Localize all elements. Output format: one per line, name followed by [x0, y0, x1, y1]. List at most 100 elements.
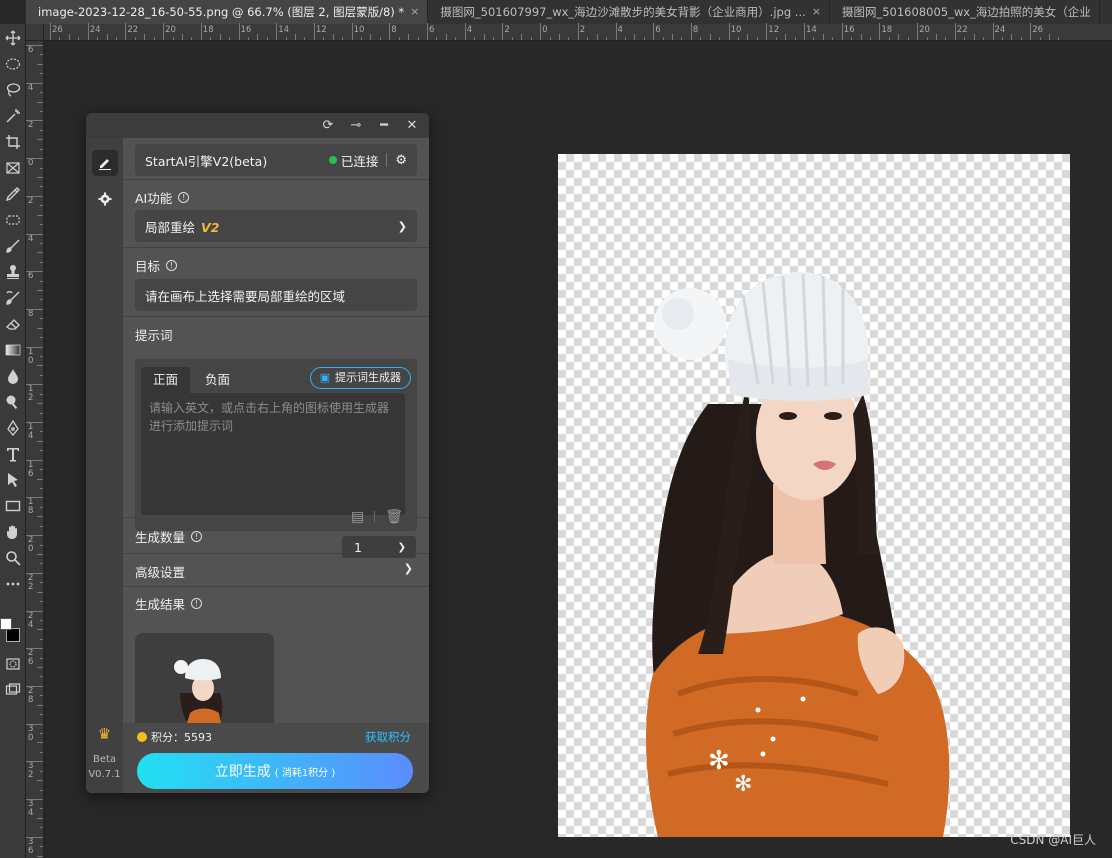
- ruler-tick: [634, 34, 636, 40]
- info-icon[interactable]: !: [191, 598, 203, 609]
- ruler-tick: [342, 37, 344, 40]
- background-color-swatch[interactable]: [6, 628, 20, 642]
- pen-icon[interactable]: [0, 416, 26, 440]
- magic-wand-icon[interactable]: [0, 104, 26, 128]
- info-icon[interactable]: !: [191, 531, 203, 542]
- foreground-color-swatch[interactable]: [0, 618, 12, 630]
- prompt-input[interactable]: 请输入英文，或点击右上角的图标使用生成器进行添加提示词: [141, 393, 405, 515]
- engine-settings-icon[interactable]: ⚙: [395, 153, 407, 168]
- advanced-section[interactable]: 高级设置 ❯: [123, 554, 429, 587]
- healing-icon[interactable]: [0, 208, 26, 232]
- gradient-icon[interactable]: [0, 338, 26, 362]
- zoom-icon[interactable]: [0, 546, 26, 570]
- ruler-tick: [879, 23, 881, 40]
- ruler-tick: [332, 34, 334, 40]
- ruler-tick: [370, 34, 372, 40]
- engine-selector[interactable]: StartAI引擎V2(beta) 已连接 ⚙: [135, 144, 417, 176]
- ruler-tick: [40, 582, 43, 584]
- settings-gear-icon[interactable]: [92, 186, 118, 212]
- ruler-tick: [295, 34, 297, 40]
- info-icon[interactable]: !: [178, 192, 190, 203]
- pin-icon[interactable]: ⊸: [349, 118, 363, 133]
- eyedropper-icon[interactable]: [0, 182, 26, 206]
- screen-mode-icon[interactable]: [0, 678, 26, 702]
- ruler-tick: [40, 318, 43, 320]
- quick-mask-icon[interactable]: [0, 652, 26, 676]
- prompt-generator-button[interactable]: ▣ 提示词生成器: [309, 367, 411, 389]
- move-icon[interactable]: [0, 26, 26, 50]
- ruler-tick: [672, 34, 674, 40]
- ruler-tick: [219, 34, 221, 40]
- ruler-tick: [973, 34, 975, 40]
- close-icon[interactable]: ×: [410, 0, 419, 24]
- ruler-label: 10: [730, 25, 742, 35]
- ruler-tick: [521, 34, 523, 40]
- document-canvas[interactable]: ✻ ✻: [558, 154, 1070, 837]
- ruler-tick: [351, 23, 353, 40]
- frame-icon[interactable]: [0, 156, 26, 180]
- ruler-tick: [464, 23, 466, 40]
- ruler-label: 4: [28, 82, 34, 93]
- minimize-icon[interactable]: ━: [377, 118, 391, 133]
- crown-icon[interactable]: ♛: [86, 725, 123, 743]
- ruler-tick: [907, 37, 909, 40]
- ruler-label: 26: [52, 25, 63, 35]
- get-points-link[interactable]: 获取积分: [365, 729, 411, 745]
- ruler-tick: [1058, 37, 1060, 40]
- ruler-tick: [775, 37, 777, 40]
- ruler-label: 2: [28, 195, 34, 206]
- ruler-tick: [40, 431, 43, 433]
- ruler-tick: [37, 780, 43, 782]
- ruler-label: 2: [504, 25, 510, 35]
- ruler-tick: [59, 37, 61, 40]
- ruler-tick: [502, 23, 504, 40]
- result-thumbnail[interactable]: [135, 633, 274, 723]
- rectangle-icon[interactable]: [0, 494, 26, 518]
- ruler-label: 6: [429, 25, 435, 35]
- ruler-tick: [587, 37, 589, 40]
- type-icon[interactable]: [0, 442, 26, 466]
- info-icon[interactable]: !: [166, 260, 178, 271]
- brush-icon[interactable]: [0, 234, 26, 258]
- eraser-icon[interactable]: [0, 312, 26, 336]
- doc-tab[interactable]: 摄图网_501608005_wx_海边拍照的美女（企业: [830, 0, 1100, 24]
- ruler-tick: [40, 525, 43, 527]
- ruler-tick: [50, 23, 51, 40]
- ruler-tick: [25, 535, 43, 537]
- tab-positive[interactable]: 正面: [141, 367, 191, 393]
- history-brush-icon[interactable]: [0, 286, 26, 310]
- svg-text:✻: ✻: [708, 746, 730, 776]
- dodge-icon[interactable]: [0, 390, 26, 414]
- ruler-tick: [785, 34, 787, 40]
- doc-tab[interactable]: 摄图网_501607997_wx_海边沙滩散步的美女背影（企业商用）.jpg .…: [428, 0, 830, 24]
- ruler-tick: [964, 37, 966, 40]
- edit-tab-icon[interactable]: [92, 150, 118, 176]
- version-label: V0.7.1: [88, 769, 121, 780]
- doc-tab-active[interactable]: image-2023-12-28_16-50-55.png @ 66.7% (图…: [26, 0, 429, 24]
- ruler-tick: [25, 459, 43, 461]
- stamp-icon[interactable]: [0, 260, 26, 284]
- close-icon[interactable]: ✕: [405, 118, 419, 133]
- crop-icon[interactable]: [0, 130, 26, 154]
- ruler-tick: [238, 23, 240, 40]
- ruler-tick: [144, 34, 146, 40]
- hand-icon[interactable]: [0, 520, 26, 544]
- lasso-icon[interactable]: [0, 78, 26, 102]
- ruler-label: 8: [692, 25, 699, 35]
- ai-function-select[interactable]: 局部重绘 V2 ❯: [135, 210, 417, 242]
- ruler-tick: [926, 37, 928, 40]
- generate-button[interactable]: 立即生成 ( 消耗1积分 ): [137, 753, 413, 789]
- close-icon[interactable]: ×: [812, 0, 821, 24]
- path-select-icon[interactable]: [0, 468, 26, 492]
- ruler-tick: [87, 23, 89, 40]
- ruler-label: 12: [315, 25, 327, 35]
- blur-icon[interactable]: [0, 364, 26, 388]
- ruler-tick: [530, 37, 532, 40]
- marquee-icon[interactable]: [0, 52, 26, 76]
- target-field: 请在画布上选择需要局部重绘的区域: [135, 279, 417, 311]
- ruler-tick: [898, 34, 900, 40]
- ruler-tick: [37, 176, 43, 178]
- tab-negative[interactable]: 负面: [193, 367, 242, 393]
- more-icon[interactable]: [0, 572, 26, 596]
- refresh-icon[interactable]: ⟳: [321, 118, 335, 133]
